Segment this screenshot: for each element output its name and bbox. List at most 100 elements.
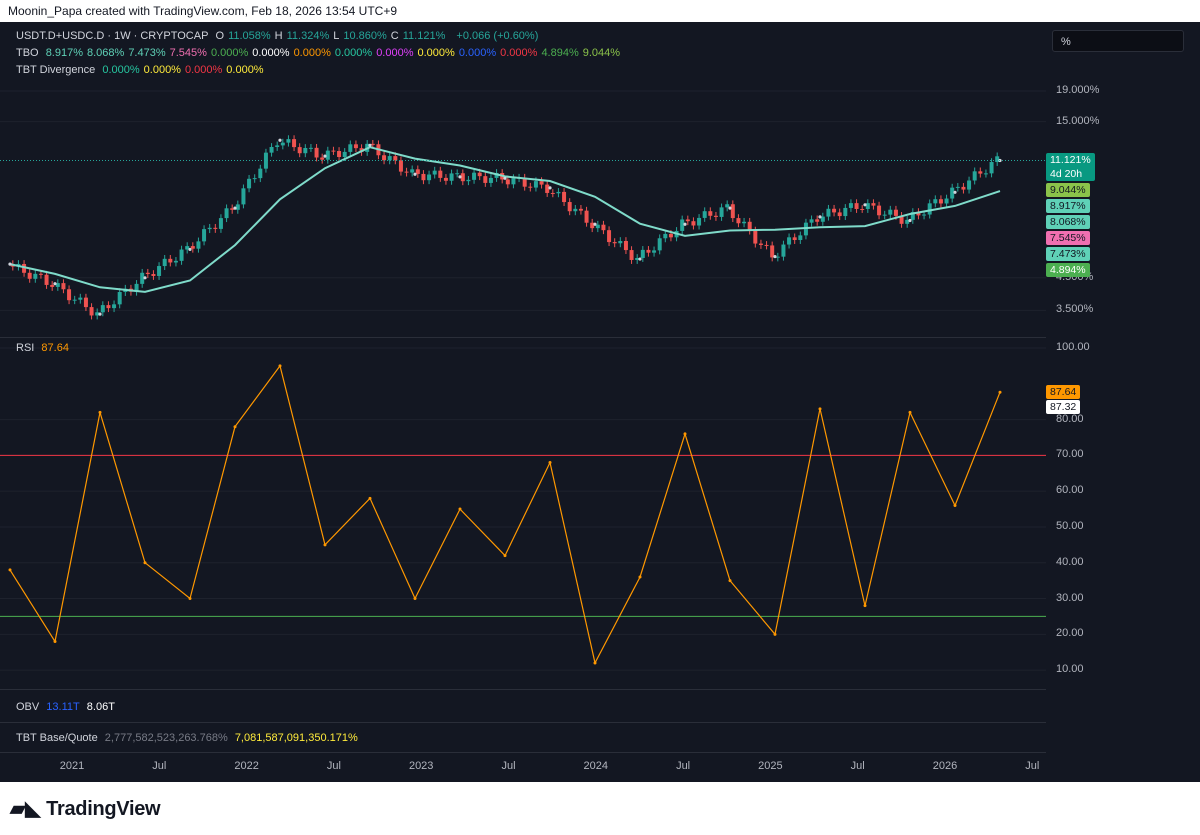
- candle-body: [162, 258, 167, 267]
- tradingview-logo[interactable]: ▰◣ TradingView: [10, 796, 161, 821]
- candle-body: [685, 219, 690, 222]
- candle-body: [668, 233, 673, 238]
- candle-body: [657, 238, 662, 251]
- candle-body: [410, 169, 415, 173]
- pane-separator[interactable]: [0, 337, 1046, 338]
- price-tick-label: 19.000%: [1056, 84, 1100, 96]
- price-badge: 7.473%: [1046, 247, 1090, 262]
- candle-body: [348, 144, 353, 152]
- rsi-tick-label: 30.00: [1056, 591, 1084, 604]
- time-tick-label: 2022: [234, 760, 259, 772]
- candle-body: [758, 243, 763, 245]
- candle-body: [472, 172, 477, 180]
- candle-body: [297, 147, 302, 154]
- ohlc-value: 11.058%: [228, 30, 271, 42]
- rsi-point: [323, 543, 327, 547]
- price-badge-value: 7.473%: [1050, 248, 1086, 261]
- rsi-point: [188, 597, 192, 601]
- rsi-point: [593, 661, 597, 665]
- candle-body: [247, 178, 252, 189]
- candle-body: [275, 145, 280, 147]
- obv-label: OBV: [16, 701, 40, 713]
- tbo-value: 0.000%: [417, 47, 455, 59]
- candle-body: [944, 198, 949, 204]
- tbo-value: 8.917%: [45, 47, 83, 59]
- candle-body: [466, 179, 471, 182]
- candle-body: [331, 150, 336, 152]
- time-tick-label: 2021: [59, 760, 85, 772]
- symbol-title: USDT.D+USDC.D · 1W · CRYPTOCAP: [16, 30, 209, 42]
- rsi-point: [953, 503, 957, 507]
- rsi-legend: RSI 87.64: [16, 342, 73, 354]
- candle-body: [67, 289, 72, 301]
- candle-body: [601, 224, 606, 231]
- candle-body: [893, 209, 898, 216]
- candle-body: [353, 144, 358, 149]
- tbt-base-legend: TBT Base/Quote 2,777,582,523,263.768% 7,…: [16, 732, 362, 744]
- candle-body: [44, 274, 49, 285]
- candle-body: [72, 299, 77, 301]
- ohlc-key: O: [215, 30, 225, 42]
- candle-body: [213, 227, 218, 229]
- candle-body: [719, 207, 724, 217]
- ohlc-key: L: [333, 30, 340, 42]
- price-badge: 11.121% 4d 20h: [1046, 153, 1095, 182]
- candle-body: [809, 219, 814, 223]
- candle-body: [38, 273, 43, 275]
- price-point: [8, 262, 12, 266]
- price-badge-value: 9.044%: [1050, 184, 1086, 197]
- candle-body: [50, 284, 55, 287]
- candle-body: [303, 147, 308, 154]
- rsi-point: [998, 390, 1002, 394]
- candle-body: [314, 147, 319, 158]
- rsi-point: [8, 568, 12, 572]
- price-point: [53, 282, 57, 286]
- candle-body: [100, 305, 105, 313]
- candle-body: [539, 181, 544, 185]
- tbt-value: 0.000%: [102, 64, 140, 76]
- rsi-tick-label: 100.00: [1056, 341, 1090, 353]
- candle-body: [449, 173, 454, 181]
- candle-body: [584, 210, 589, 223]
- time-tick-label: 2024: [583, 760, 609, 772]
- candle-body: [713, 215, 718, 217]
- candle-body: [646, 249, 651, 253]
- time-tick-label: 2026: [932, 760, 958, 772]
- price-badge: 9.044%: [1046, 183, 1090, 198]
- candle-body: [640, 249, 645, 258]
- tbt-base-value-2: 7,081,587,091,350.171%: [234, 732, 358, 744]
- pane-separator[interactable]: [0, 722, 1046, 723]
- candle-body: [832, 208, 837, 213]
- candle-body: [843, 207, 848, 217]
- candle-body: [505, 179, 510, 185]
- tbo-value: 0.000%: [376, 47, 414, 59]
- candle-body: [83, 297, 88, 308]
- candle-body: [787, 237, 792, 245]
- candle-body: [989, 162, 994, 174]
- chart-attribution: Moonin_Papa created with TradingView.com…: [8, 4, 398, 18]
- rsi-point: [458, 507, 462, 511]
- tbt-legend: TBT Divergence 0.000% 0.000% 0.000% 0.000%: [16, 64, 272, 76]
- candle-body: [269, 146, 274, 153]
- price-point: [458, 175, 462, 179]
- pane-separator[interactable]: [0, 689, 1046, 690]
- rsi-tick-label: 70.00: [1056, 448, 1084, 461]
- candle-body: [404, 171, 409, 173]
- candle-body: [742, 221, 747, 224]
- candle-body: [224, 208, 229, 219]
- chart-panel[interactable]: USDT.D+USDC.D · 1W · CRYPTOCAP O 11.058% H…: [0, 22, 1200, 782]
- chart-canvas[interactable]: [0, 22, 1200, 782]
- scale-mode-box[interactable]: %: [1052, 30, 1184, 52]
- pane-separator[interactable]: [0, 752, 1046, 753]
- candle-body: [595, 224, 600, 229]
- candle-body: [207, 227, 212, 230]
- candle-body: [427, 174, 432, 181]
- candle-body: [556, 191, 561, 194]
- candle-body: [730, 204, 735, 219]
- tbo-values: 8.917% 8.068% 7.473% 7.545% 0.000% 0.000% 0.00…: [46, 47, 624, 59]
- candle-body: [623, 240, 628, 251]
- price-point: [593, 222, 597, 226]
- price-badge: 8.068%: [1046, 215, 1090, 230]
- candle-body: [753, 230, 758, 244]
- tradingview-brand: TradingView: [46, 798, 161, 820]
